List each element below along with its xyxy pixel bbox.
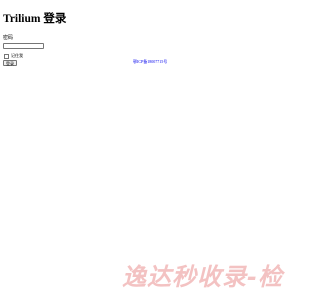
remember-me-checkbox[interactable] [4, 53, 9, 59]
password-label: 密码 [3, 36, 14, 41]
beian-link[interactable]: 鄂ICP备18007715号 [133, 59, 167, 64]
login-button[interactable]: 登录 [3, 60, 17, 66]
watermark-text: 逸达秒收录-检 [122, 263, 283, 291]
remember-me-row[interactable]: 记住我 [3, 53, 123, 59]
password-input[interactable] [3, 43, 44, 49]
remember-me-label[interactable]: 记住我 [11, 53, 23, 59]
page-title: Trilium 登录 [3, 13, 67, 25]
login-form: 密码 记住我 登录 [3, 36, 123, 66]
